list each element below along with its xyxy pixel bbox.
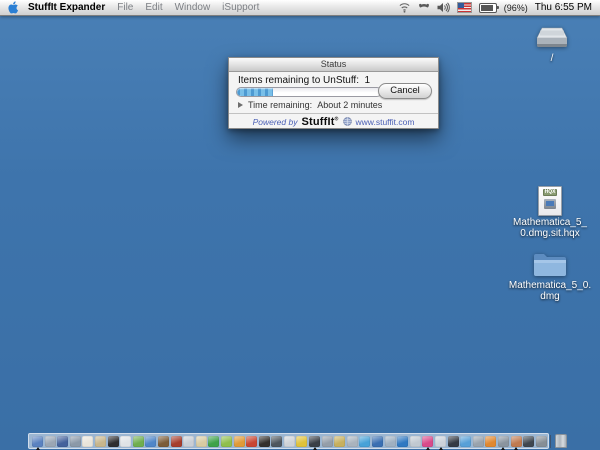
stuffit-url[interactable]: www.stuffit.com [356, 117, 415, 127]
dock-icon-38[interactable] [498, 436, 509, 447]
dock-icon-4[interactable] [70, 436, 81, 447]
dock-icon-26[interactable] [347, 436, 358, 447]
stuffit-brand[interactable]: StuffIt® [301, 116, 338, 128]
dock-icon-22[interactable] [296, 436, 307, 447]
dock-icon-41[interactable] [536, 436, 547, 447]
dialog-title-bar[interactable]: Status [229, 58, 438, 72]
hard-disk-label: / [551, 54, 554, 65]
dialog-footer: Powered by StuffIt® www.stuffit.com [229, 116, 438, 128]
items-remaining-line: Items remaining to UnStuff: 1 [238, 75, 370, 86]
dock-icon-36[interactable] [473, 436, 484, 447]
dock-icon-18[interactable] [246, 436, 257, 447]
dock-icon-5[interactable] [82, 436, 93, 447]
dock-icon-14[interactable] [196, 436, 207, 447]
dock-icon-13[interactable] [183, 436, 194, 447]
hqx-file-icon[interactable]: HQX Mathematica_5_0.dmg.sit.hqx [506, 186, 594, 239]
dock-icon-15[interactable] [208, 436, 219, 447]
time-remaining-value: About 2 minutes [317, 100, 382, 110]
dock-icon-28[interactable] [372, 436, 383, 447]
airport-icon[interactable] [398, 1, 411, 14]
dock-icon-33[interactable] [435, 436, 446, 447]
dock-icon-21[interactable] [284, 436, 295, 447]
status-dialog: Status Items remaining to UnStuff: 1 Can… [228, 57, 439, 129]
folder-icon[interactable]: Mathematica_5_0.dmg [506, 249, 594, 302]
dock-icon-7[interactable] [108, 436, 119, 447]
battery-percent: (96%) [504, 3, 528, 13]
dock [28, 433, 549, 449]
hqx-badge: HQX [543, 189, 558, 196]
dock-icon-16[interactable] [221, 436, 232, 447]
dock-icon-30[interactable] [397, 436, 408, 447]
menu-item-window[interactable]: Window [175, 2, 211, 13]
menu-app-name[interactable]: StuffIt Expander [28, 2, 105, 13]
apple-menu-icon[interactable] [7, 1, 20, 14]
dock-icon-40[interactable] [523, 436, 534, 447]
globe-icon [343, 113, 352, 131]
dock-icon-1[interactable] [32, 436, 43, 447]
menu-clock[interactable]: Thu 6:55 PM [535, 2, 592, 13]
dock-icon-34[interactable] [448, 436, 459, 447]
dock-icon-27[interactable] [359, 436, 370, 447]
dock-icon-23[interactable] [309, 436, 320, 447]
menu-item-edit[interactable]: Edit [145, 2, 162, 13]
dock-icon-11[interactable] [158, 436, 169, 447]
volume-icon[interactable] [437, 1, 450, 14]
dock-icon-8[interactable] [120, 436, 131, 447]
battery-icon[interactable] [479, 3, 497, 13]
time-remaining-label: Time remaining: [248, 100, 312, 110]
dock-icon-32[interactable] [422, 436, 433, 447]
dock-icon-9[interactable] [133, 436, 144, 447]
hard-disk-icon[interactable]: / [522, 26, 582, 65]
menu-bar: StuffIt Expander File Edit Window iSupport [0, 0, 600, 16]
trash-icon[interactable] [555, 434, 567, 448]
dialog-separator [229, 113, 438, 114]
dock-icon-2[interactable] [45, 436, 56, 447]
dock-icon-10[interactable] [145, 436, 156, 447]
dock-icon-17[interactable] [234, 436, 245, 447]
desktop: StuffIt Expander File Edit Window iSupport [0, 0, 600, 450]
dock-icon-12[interactable] [171, 436, 182, 447]
dock-icon-39[interactable] [511, 436, 522, 447]
disclosure-triangle-icon[interactable] [238, 102, 243, 108]
powered-by-text: Powered by [253, 117, 298, 127]
keyboard-flag-icon[interactable] [457, 2, 472, 13]
dock-icon-19[interactable] [259, 436, 270, 447]
dock-icon-24[interactable] [322, 436, 333, 447]
hqx-file-label: Mathematica_5_0.dmg.sit.hqx [511, 218, 589, 239]
time-remaining-line: Time remaining: About 2 minutes [238, 100, 382, 110]
items-remaining-label: Items remaining to UnStuff: [238, 75, 359, 86]
folder-label: Mathematica_5_0.dmg [507, 281, 593, 302]
menu-item-file[interactable]: File [117, 2, 133, 13]
menu-item-isupport[interactable]: iSupport [222, 2, 259, 13]
dock-icon-35[interactable] [460, 436, 471, 447]
dock-icon-20[interactable] [271, 436, 282, 447]
dock-icon-3[interactable] [57, 436, 68, 447]
progress-fill [237, 88, 273, 96]
dock-icon-6[interactable] [95, 436, 106, 447]
dock-icon-31[interactable] [410, 436, 421, 447]
phone-icon[interactable] [418, 1, 430, 14]
cancel-button-label: Cancel [390, 85, 420, 96]
dock-icon-29[interactable] [385, 436, 396, 447]
dock-icon-25[interactable] [334, 436, 345, 447]
items-remaining-value: 1 [365, 75, 371, 86]
hqx-page-art: HQX [538, 186, 562, 216]
progress-bar [236, 87, 382, 97]
dock-icon-37[interactable] [485, 436, 496, 447]
hqx-art-icon [544, 199, 556, 209]
dock-divider [550, 435, 551, 448]
cancel-button[interactable]: Cancel [378, 83, 432, 99]
dialog-title: Status [321, 59, 347, 69]
